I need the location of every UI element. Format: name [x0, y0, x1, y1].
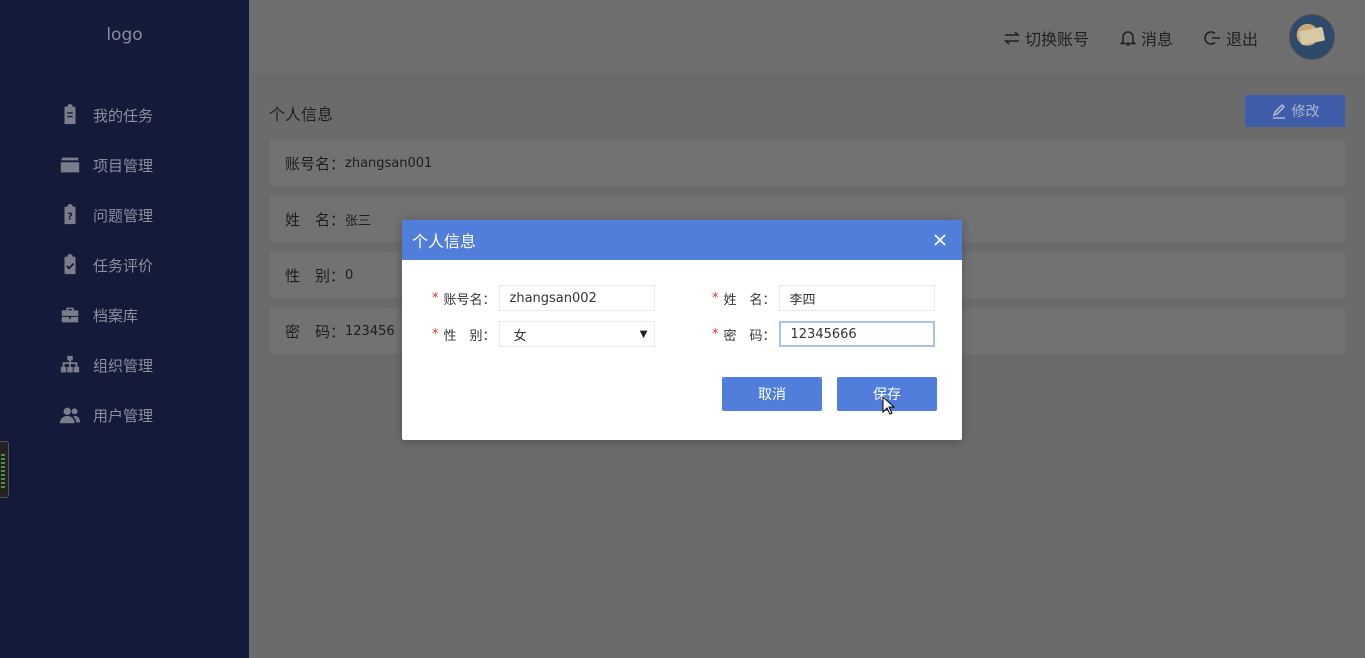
gender-label: 性 别：	[443, 328, 496, 344]
sidebar-item-label: 组织管理	[93, 356, 154, 375]
info-row-account: 账号名： zhangsan001	[270, 140, 1345, 186]
side-handle[interactable]	[0, 441, 9, 498]
edit-label: 修改	[1291, 104, 1320, 120]
info-value: 0	[345, 267, 354, 283]
sidebar-item-label: 我的任务	[93, 106, 154, 125]
required-mark: *	[712, 290, 719, 306]
account-input[interactable]	[498, 285, 655, 311]
users-icon	[58, 403, 82, 427]
sidebar-item-issues[interactable]: ? 问题管理	[58, 190, 153, 240]
personal-info-dialog: 个人信息 * 账号名： * 姓 名： * 性 别： 女 ▼ * 密 码： 取消 …	[402, 220, 962, 440]
switch-account-button[interactable]: 切换账号	[1003, 26, 1089, 50]
sidebar-item-my-tasks[interactable]: 我的任务	[58, 90, 153, 140]
sidebar-item-projects[interactable]: 项目管理	[58, 140, 153, 190]
sidebar-item-label: 任务评价	[93, 256, 154, 275]
sidebar-item-task-evaluation[interactable]: 任务评价	[58, 240, 153, 290]
check-clipboard-icon	[58, 253, 82, 277]
edit-button[interactable]: 修改	[1245, 95, 1345, 127]
svg-text:?: ?	[67, 212, 73, 223]
avatar[interactable]	[1289, 14, 1335, 60]
logo: logo	[106, 25, 143, 45]
sidebar-item-organization[interactable]: 组织管理	[58, 340, 153, 390]
question-clipboard-icon: ?	[58, 203, 82, 227]
password-field: * 密 码：	[712, 321, 935, 347]
sidebar-item-label: 用户管理	[93, 406, 154, 425]
required-mark: *	[712, 326, 719, 342]
sidebar-item-label: 问题管理	[93, 206, 154, 225]
account-field: * 账号名：	[432, 285, 655, 311]
info-value: zhangsan001	[345, 155, 433, 171]
section-title: 个人信息	[269, 105, 334, 124]
logout-icon	[1204, 31, 1220, 45]
logout-button[interactable]: 退出	[1204, 26, 1258, 50]
logout-label: 退出	[1226, 30, 1259, 49]
name-field: * 姓 名：	[712, 285, 935, 311]
account-label: 账号名：	[443, 292, 496, 308]
sidebar-item-archive[interactable]: 档案库	[58, 290, 153, 340]
mouse-cursor-icon	[882, 396, 896, 415]
sidebar-menu: 我的任务 项目管理 ? 问题管理 任务评价 档案库 组织管理 用户管理	[58, 90, 153, 440]
cancel-button[interactable]: 取消	[722, 377, 822, 411]
sidebar-item-label: 档案库	[93, 306, 139, 325]
briefcase-icon	[58, 303, 82, 327]
messages-label: 消息	[1141, 30, 1174, 49]
clipboard-icon	[58, 103, 82, 127]
dialog-title: 个人信息	[412, 232, 477, 251]
gender-selected-value: 女	[513, 328, 527, 344]
bell-icon	[1119, 31, 1137, 46]
password-label: 密 码：	[723, 328, 776, 344]
switch-account-label: 切换账号	[1025, 30, 1090, 49]
name-label: 姓 名：	[723, 292, 776, 308]
info-value: 张三	[345, 213, 372, 229]
info-label: 账号名：	[285, 154, 346, 173]
password-input[interactable]	[778, 321, 935, 347]
required-mark: *	[432, 290, 439, 306]
required-mark: *	[432, 326, 439, 342]
info-label: 姓 名：	[285, 210, 346, 229]
info-label: 密 码：	[285, 322, 346, 341]
close-icon[interactable]	[932, 232, 948, 248]
swap-icon	[1004, 31, 1020, 45]
folder-icon	[58, 153, 82, 177]
sidebar-item-label: 项目管理	[93, 156, 154, 175]
top-header: 切换账号 消息 退出	[249, 0, 1365, 73]
info-label: 性 别：	[285, 266, 346, 285]
sidebar: logo 我的任务 项目管理 ? 问题管理 任务评价 档案库 组织管理 用户管理	[0, 0, 249, 658]
sidebar-item-users[interactable]: 用户管理	[58, 390, 153, 440]
gender-field: * 性 别： 女 ▼	[432, 321, 655, 347]
dropdown-arrow-icon: ▼	[639, 328, 648, 340]
org-chart-icon	[58, 353, 82, 377]
name-input[interactable]	[778, 285, 935, 311]
gender-select[interactable]: 女 ▼	[498, 321, 655, 347]
info-value: 123456	[345, 323, 395, 339]
dialog-header: 个人信息	[402, 220, 962, 260]
messages-button[interactable]: 消息	[1119, 26, 1173, 50]
pencil-icon	[1272, 103, 1285, 119]
